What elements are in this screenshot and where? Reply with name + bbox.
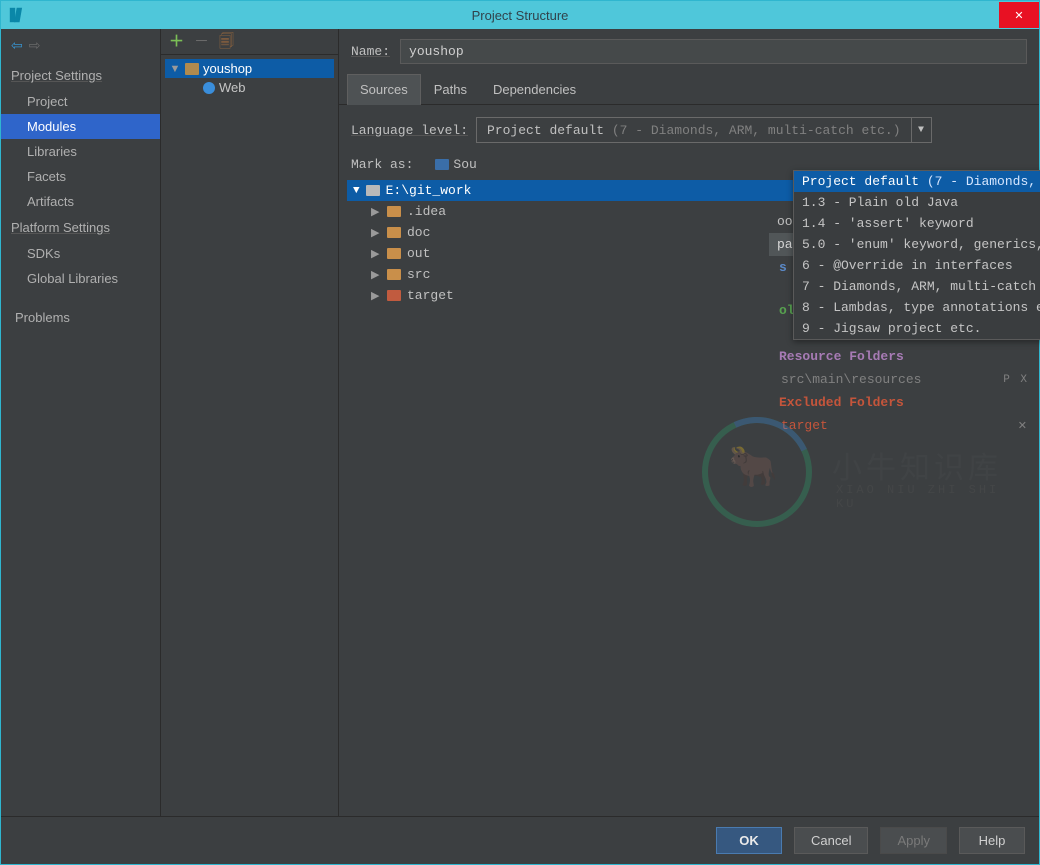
web-icon <box>203 82 215 94</box>
combo-selected-prefix: Project default <box>487 123 604 138</box>
watermark-en: XIAO NIU ZHI SHI KU <box>836 483 1022 511</box>
option-text: 7 - Diamonds, ARM, multi-catch etc. <box>802 279 1040 294</box>
dir-label: src <box>407 267 430 282</box>
chevron-down-icon[interactable]: ▼ <box>911 118 931 142</box>
excluded-folders-label: Excluded Folders <box>779 395 904 410</box>
settings-sidebar: ⇦ ⇨ Project Settings Project Modules Lib… <box>1 29 161 816</box>
dialog-buttons: OK Cancel Apply Help <box>1 816 1039 864</box>
close-icon: ✕ <box>1014 9 1023 22</box>
content-root-path: E:\git_work <box>386 183 472 198</box>
option-text: 9 - Jigsaw project etc. <box>802 321 981 336</box>
titlebar: Project Structure ✕ <box>1 1 1039 29</box>
option-text: Project default <box>802 174 919 189</box>
dropdown-option[interactable]: 6 - @Override in interfaces <box>794 255 1040 276</box>
section-project-settings: Project Settings <box>1 62 160 89</box>
mark-as-label: Mark as: <box>351 157 413 172</box>
dir-label: doc <box>407 225 430 240</box>
language-level-combo[interactable]: Project default (7 - Diamonds, ARM, mult… <box>476 117 932 143</box>
dropdown-option[interactable]: 7 - Diamonds, ARM, multi-catch etc. <box>794 276 1040 297</box>
module-folder-icon <box>185 63 199 75</box>
sidebar-item-project[interactable]: Project <box>1 89 160 114</box>
tab-paths[interactable]: Paths <box>421 74 480 104</box>
sidebar-item-sdks[interactable]: SDKs <box>1 241 160 266</box>
folder-blue-icon <box>435 159 449 170</box>
row-actions[interactable]: P X <box>1003 374 1029 386</box>
language-level-label: Language level: <box>351 123 468 138</box>
option-text: 1.3 - Plain old Java <box>802 195 958 210</box>
help-button[interactable]: Help <box>959 827 1025 854</box>
ok-button[interactable]: OK <box>716 827 782 854</box>
resource-folders-label: Resource Folders <box>779 349 904 364</box>
module-name-input[interactable] <box>400 39 1027 64</box>
watermark-cn: 小牛知识库 <box>832 443 1002 487</box>
dropdown-option[interactable]: 1.3 - Plain old Java <box>794 192 1040 213</box>
sidebar-item-global-libraries[interactable]: Global Libraries <box>1 266 160 291</box>
dropdown-option[interactable]: 9 - Jigsaw project etc. <box>794 318 1040 339</box>
folder-icon <box>387 269 401 280</box>
directory-icon <box>366 185 380 196</box>
mark-sources-button[interactable]: Sou <box>431 155 480 174</box>
nav-back-icon[interactable]: ⇦ <box>11 37 23 54</box>
tab-dependencies[interactable]: Dependencies <box>480 74 589 104</box>
excluded-folder-value: target <box>779 418 828 433</box>
app-icon <box>7 5 27 25</box>
language-level-dropdown[interactable]: Project default (7 - Diamonds, ARM, mult… <box>793 170 1040 340</box>
folder-icon <box>387 206 401 217</box>
expand-arrow-icon: ▼ <box>169 63 181 75</box>
module-root[interactable]: ▼ youshop <box>165 59 334 78</box>
sidebar-item-facets[interactable]: Facets <box>1 164 160 189</box>
dir-label: .idea <box>407 204 446 219</box>
tab-sources[interactable]: Sources <box>347 74 421 105</box>
expand-arrow-icon: ▼ <box>353 185 360 197</box>
name-label: Name: <box>351 44 390 59</box>
module-child-label: Web <box>219 80 246 95</box>
module-child-web[interactable]: Web <box>165 78 334 97</box>
window-title: Project Structure <box>472 8 569 23</box>
option-text: 6 - @Override in interfaces <box>802 258 1013 273</box>
sidebar-item-artifacts[interactable]: Artifacts <box>1 189 160 214</box>
sidebar-item-modules[interactable]: Modules <box>1 114 160 139</box>
cancel-button[interactable]: Cancel <box>794 827 868 854</box>
folder-icon <box>387 248 401 259</box>
module-tree-column: ＋ － 🗐 ▼ youshop Web <box>161 29 339 816</box>
sidebar-item-libraries[interactable]: Libraries <box>1 139 160 164</box>
module-root-label: youshop <box>203 61 252 76</box>
apply-button[interactable]: Apply <box>880 827 947 854</box>
folder-excluded-icon <box>387 290 401 301</box>
option-detail: (7 - Diamonds, ARM, multi-catch etc.) <box>927 174 1040 189</box>
option-text: 1.4 - 'assert' keyword <box>802 216 974 231</box>
dropdown-option[interactable]: 5.0 - 'enum' keyword, generics, autoboxi… <box>794 234 1040 255</box>
row-actions[interactable]: ✕ <box>1018 419 1029 433</box>
dir-label: target <box>407 288 454 303</box>
add-icon[interactable]: ＋ <box>169 34 184 49</box>
option-text: 8 - Lambdas, type annotations etc. <box>802 300 1040 315</box>
folder-icon <box>387 227 401 238</box>
section-platform-settings: Platform Settings <box>1 214 160 241</box>
main-panel: Name: Sources Paths Dependencies Languag… <box>339 29 1039 816</box>
resource-folder-value: src\main\resources <box>779 372 921 387</box>
module-tabs: Sources Paths Dependencies <box>339 74 1039 105</box>
option-text: 5.0 - 'enum' keyword, generics, autoboxi… <box>802 237 1040 252</box>
dropdown-option[interactable]: 1.4 - 'assert' keyword <box>794 213 1040 234</box>
mark-sources-label: Sou <box>453 157 476 172</box>
dir-label: out <box>407 246 430 261</box>
nav-forward-icon[interactable]: ⇨ <box>29 37 41 54</box>
combo-selected-detail: (7 - Diamonds, ARM, multi-catch etc.) <box>612 123 901 138</box>
source-folders-label: s <box>779 260 787 275</box>
dropdown-option[interactable]: 8 - Lambdas, type annotations etc. <box>794 297 1040 318</box>
copy-icon[interactable]: 🗐 <box>219 34 234 49</box>
remove-icon[interactable]: － <box>194 34 209 49</box>
window-close-button[interactable]: ✕ <box>999 2 1039 28</box>
sidebar-item-problems[interactable]: Problems <box>1 305 160 330</box>
dropdown-option[interactable]: Project default (7 - Diamonds, ARM, mult… <box>794 171 1040 192</box>
